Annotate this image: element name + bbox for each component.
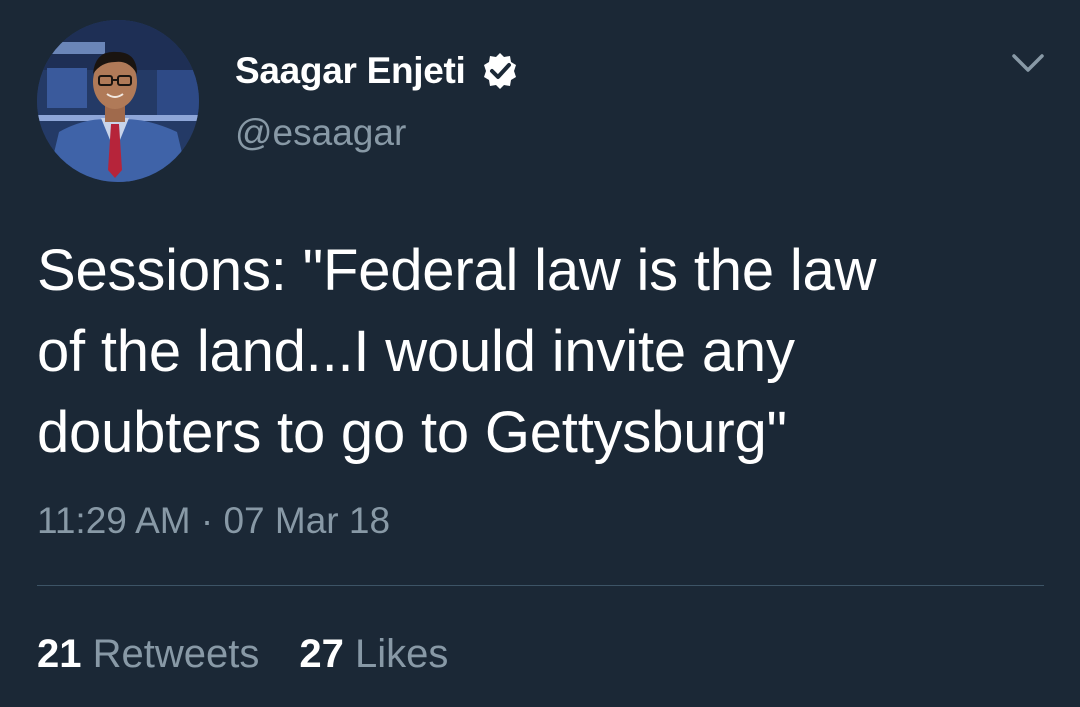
tweet-text-line: Sessions: "Federal law is the law bbox=[37, 238, 877, 303]
likes-count: 27 bbox=[299, 632, 344, 676]
tweet-stats: 21 Retweets 27 Likes bbox=[37, 632, 448, 677]
tweet-text-line: of the land...I would invite any bbox=[37, 319, 795, 384]
avatar[interactable] bbox=[37, 20, 199, 182]
tweet-text: Sessions: "Federal law is the law of the… bbox=[37, 230, 1047, 473]
retweets-label: Retweets bbox=[92, 632, 260, 676]
likes-stat[interactable]: 27 Likes bbox=[299, 632, 448, 677]
chevron-down-icon[interactable] bbox=[1010, 50, 1046, 78]
likes-label: Likes bbox=[355, 632, 449, 676]
tweet-timestamp[interactable]: 11:29 AM · 07 Mar 18 bbox=[37, 500, 390, 542]
author-display-name[interactable]: Saagar Enjeti bbox=[235, 50, 520, 92]
verified-badge-icon bbox=[480, 51, 520, 91]
retweets-count: 21 bbox=[37, 632, 82, 676]
tweet-text-line: doubters to go to Gettysburg" bbox=[37, 400, 787, 465]
author-name-text: Saagar Enjeti bbox=[235, 50, 466, 91]
tweet-card: Saagar Enjeti @esaagar Sessions: "Federa… bbox=[0, 0, 1080, 707]
avatar-image bbox=[37, 20, 199, 182]
divider bbox=[37, 585, 1044, 586]
retweets-stat[interactable]: 21 Retweets bbox=[37, 632, 259, 677]
author-handle[interactable]: @esaagar bbox=[235, 112, 406, 154]
